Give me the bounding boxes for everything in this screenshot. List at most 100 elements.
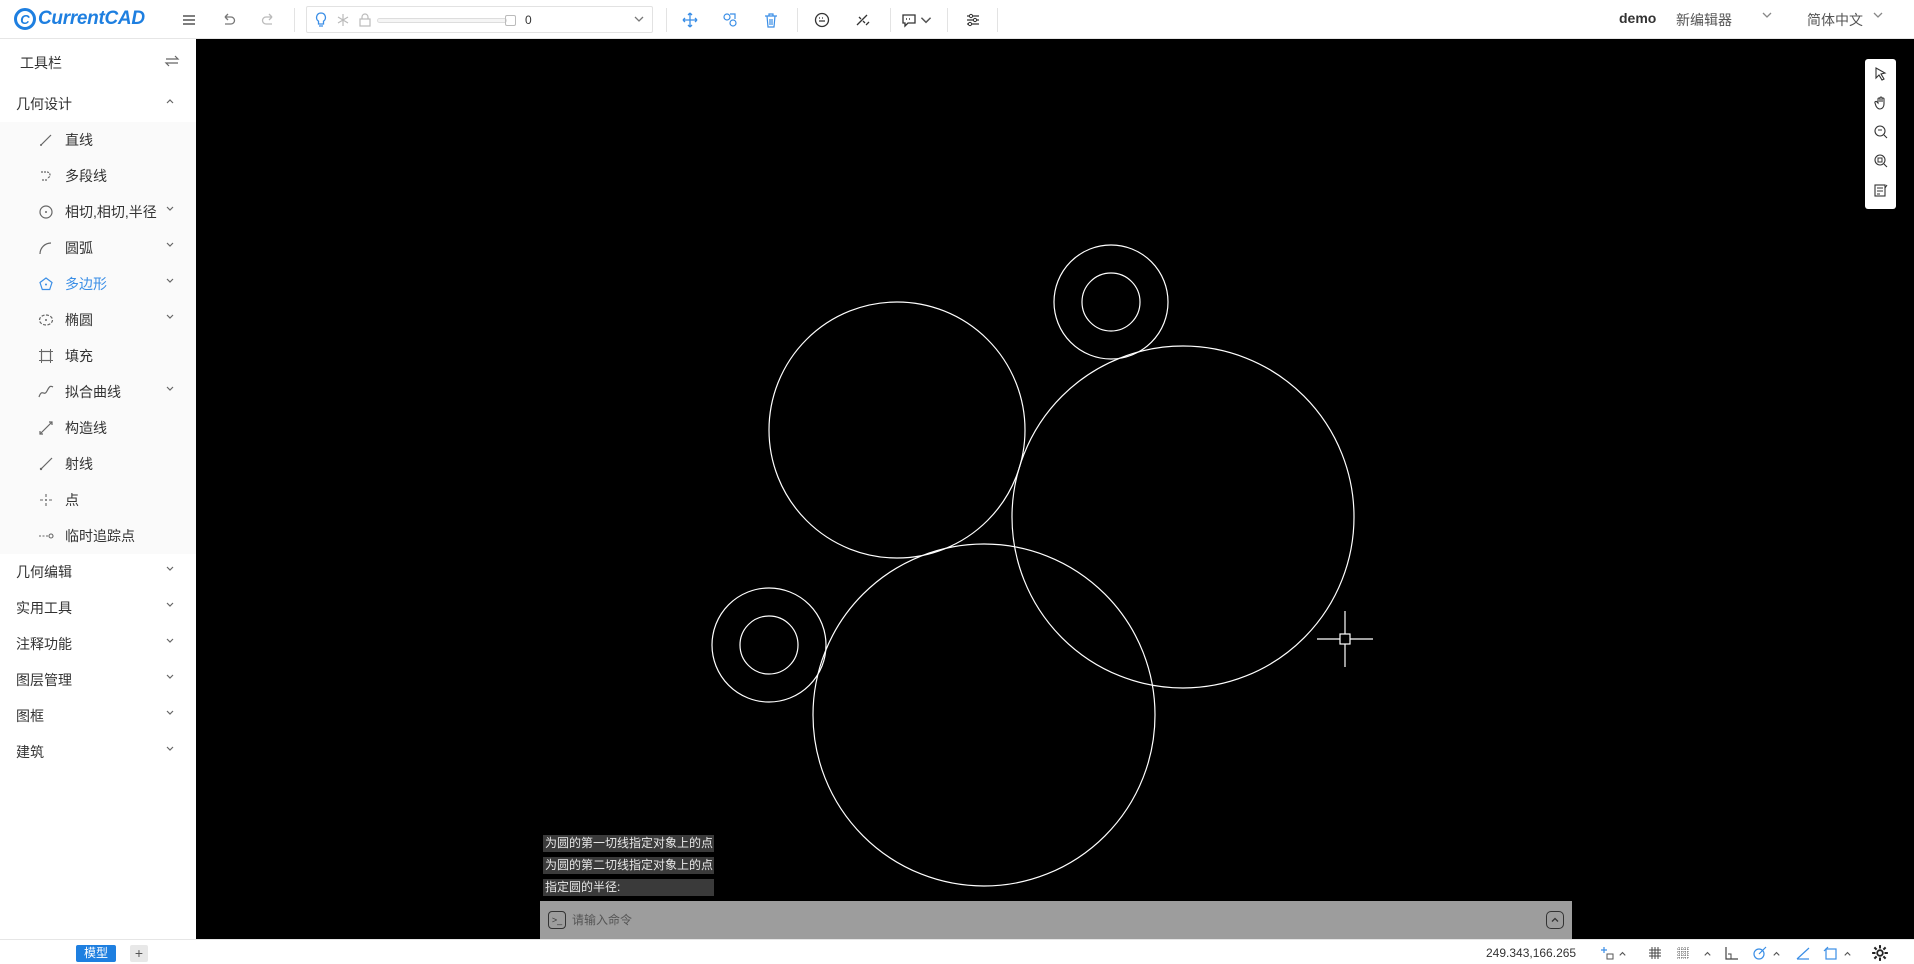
lock-icon[interactable] <box>357 11 373 32</box>
circle-entity[interactable] <box>1053 244 1169 360</box>
chevron-down-icon <box>164 563 176 578</box>
app-logo[interactable]: C CurrentCAD <box>14 7 145 31</box>
undo-icon[interactable] <box>216 8 240 32</box>
tool-polyline[interactable]: 多段线 <box>0 158 196 194</box>
copy-objects-icon[interactable] <box>718 8 742 32</box>
tab-model[interactable]: 模型 <box>76 945 117 962</box>
tool-label: 构造线 <box>65 420 107 436</box>
switch-panel-icon[interactable] <box>164 53 180 72</box>
chevron-down-icon[interactable] <box>164 275 176 290</box>
tool-label: 椭圆 <box>65 312 93 328</box>
delete-icon[interactable] <box>759 8 783 32</box>
chevron-up-icon[interactable] <box>1842 944 1853 962</box>
chevron-down-icon[interactable] <box>164 311 176 326</box>
expand-history-icon[interactable] <box>1546 911 1564 929</box>
tool-label: 临时追踪点 <box>65 528 135 544</box>
group-utilities[interactable]: 实用工具 <box>0 590 196 626</box>
chevron-down-icon[interactable] <box>918 8 934 32</box>
sidebar-title: 工具栏 <box>20 54 62 71</box>
object-snap-icon[interactable] <box>1823 944 1839 962</box>
group-geometry-edit[interactable]: 几何编辑 <box>0 554 196 590</box>
geometry-design-list: 直线 多段线 相切,相切,半径 圆弧 多边形 椭圆 填充 拟合曲线 构造线 射线… <box>0 122 196 554</box>
circle-entity[interactable] <box>1081 272 1141 332</box>
ortho-mode-icon[interactable] <box>1723 944 1739 962</box>
circle-entity[interactable] <box>739 615 799 675</box>
group-geometry-design[interactable]: 几何设计 <box>0 86 196 122</box>
chevron-up-icon[interactable] <box>1617 944 1628 962</box>
group-layer-management[interactable]: 图层管理 <box>0 662 196 698</box>
polyline-icon <box>38 168 54 184</box>
tool-ellipse[interactable]: 椭圆 <box>0 302 196 338</box>
language-select[interactable]: 简体中文 <box>1807 10 1863 30</box>
move-icon[interactable] <box>678 8 702 32</box>
tool-hatch[interactable]: 填充 <box>0 338 196 374</box>
group-frame[interactable]: 图框 <box>0 698 196 734</box>
select-cursor-icon[interactable] <box>1871 65 1891 84</box>
menu-icon[interactable] <box>177 8 201 32</box>
redo-icon[interactable] <box>257 8 281 32</box>
tool-point[interactable]: 点 <box>0 482 196 518</box>
chevron-down-icon[interactable] <box>164 383 176 398</box>
snap-grid-icon[interactable] <box>1675 944 1691 962</box>
group-label: 实用工具 <box>16 600 72 616</box>
layer-color-swatch <box>505 15 516 26</box>
circle-entity[interactable] <box>1011 345 1355 689</box>
chevron-down-icon <box>164 707 176 722</box>
tool-polygon[interactable]: 多边形 <box>0 266 196 302</box>
group-architecture[interactable]: 建筑 <box>0 734 196 770</box>
terminal-icon: >_ <box>548 911 566 929</box>
chevron-down-icon[interactable] <box>164 203 176 218</box>
editor-select[interactable]: 新编辑器 <box>1676 10 1732 30</box>
layer-select[interactable]: 0 <box>306 6 653 33</box>
drawing-svg <box>711 244 1373 887</box>
tool-label: 填充 <box>65 348 93 364</box>
command-input[interactable] <box>572 910 1472 930</box>
arc-icon <box>38 240 54 256</box>
snap-settings-icon[interactable] <box>810 8 834 32</box>
chevron-up-icon[interactable] <box>1702 944 1713 962</box>
chevron-down-icon[interactable] <box>1760 8 1774 25</box>
bulb-icon[interactable] <box>313 11 329 32</box>
chevron-up-icon <box>164 95 176 110</box>
sidebar: 工具栏 几何设计 直线 多段线 相切,相切,半径 圆弧 多边形 椭圆 填充 拟合… <box>0 39 196 939</box>
layer-color-bar <box>377 18 507 23</box>
grid-display-icon[interactable] <box>1647 944 1663 962</box>
construction-line-icon <box>38 420 54 436</box>
circle-entity[interactable] <box>768 301 1026 559</box>
tool-arc[interactable]: 圆弧 <box>0 230 196 266</box>
tool-spline[interactable]: 拟合曲线 <box>0 374 196 410</box>
settings-sliders-icon[interactable] <box>961 8 985 32</box>
object-snap-tracking-icon[interactable] <box>1795 944 1811 962</box>
measure-icon[interactable] <box>851 8 875 32</box>
zoom-extents-icon[interactable] <box>1871 123 1891 142</box>
polar-tracking-icon[interactable] <box>1752 944 1768 962</box>
chevron-down-icon[interactable] <box>1871 8 1885 25</box>
dynamic-input-icon[interactable] <box>1599 944 1615 962</box>
group-annotation[interactable]: 注释功能 <box>0 626 196 662</box>
tool-line[interactable]: 直线 <box>0 122 196 158</box>
group-label: 几何设计 <box>16 96 72 112</box>
tool-circle-tangent[interactable]: 相切,相切,半径 <box>0 194 196 230</box>
gear-icon[interactable] <box>1871 944 1889 962</box>
tool-ray[interactable]: 射线 <box>0 446 196 482</box>
circle-entity[interactable] <box>711 587 827 703</box>
status-bar: 模型 + 249.343,166.265 <box>0 939 1914 964</box>
user-name[interactable]: demo <box>1619 10 1656 26</box>
freeze-icon[interactable] <box>335 11 351 32</box>
zoom-window-icon[interactable] <box>1871 151 1891 170</box>
tool-construction-line[interactable]: 构造线 <box>0 410 196 446</box>
chevron-down-icon[interactable] <box>632 12 646 29</box>
history-line: 指定圆的半径: <box>543 879 714 896</box>
toolbar-divider <box>997 8 998 32</box>
properties-icon[interactable] <box>1871 180 1891 199</box>
circle-entity[interactable] <box>812 543 1156 887</box>
add-layout-button[interactable]: + <box>130 945 148 962</box>
drawing-canvas[interactable] <box>196 39 1914 939</box>
chevron-down-icon[interactable] <box>164 239 176 254</box>
layer-name: 0 <box>525 13 532 27</box>
chevron-up-icon[interactable] <box>1771 944 1782 962</box>
tool-tracking-point[interactable]: 临时追踪点 <box>0 518 196 554</box>
chevron-down-icon <box>164 599 176 614</box>
circle-tangent-icon <box>38 204 54 220</box>
pan-hand-icon[interactable] <box>1871 94 1891 113</box>
